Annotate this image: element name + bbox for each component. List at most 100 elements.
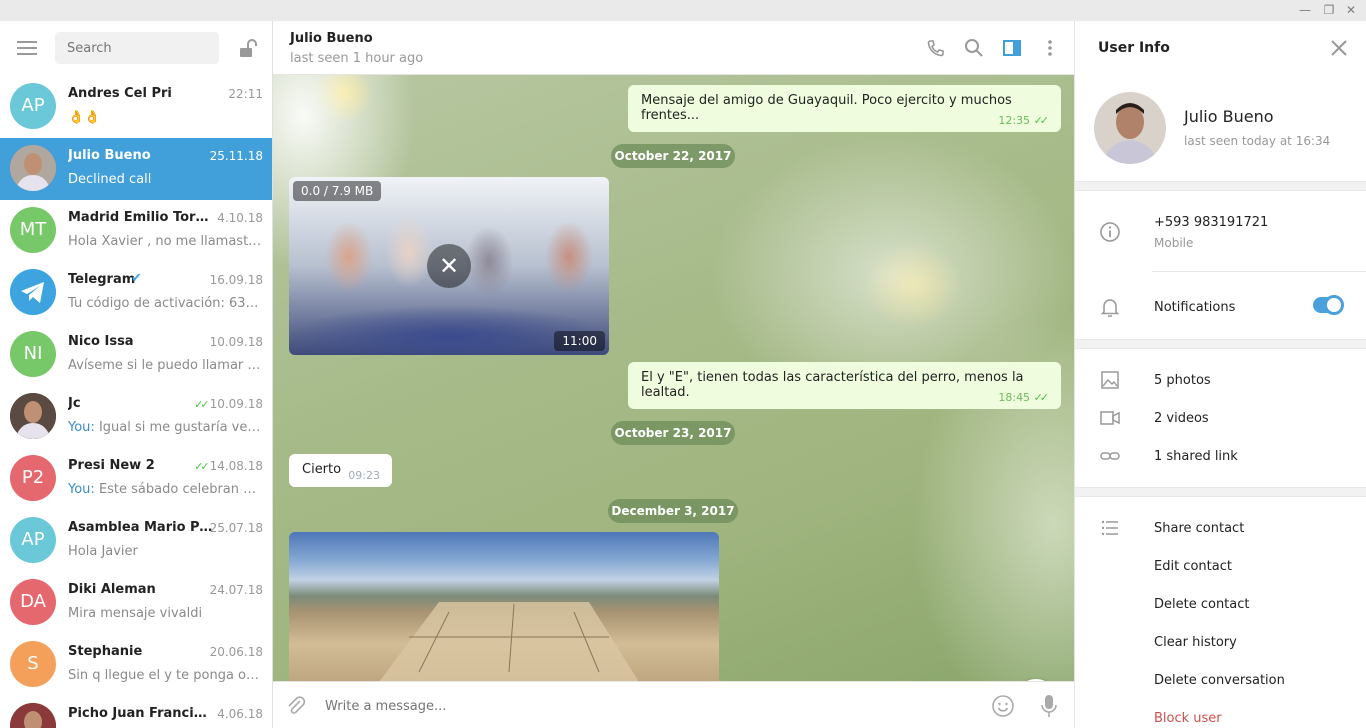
profile-photo xyxy=(10,393,56,439)
more-icon[interactable] xyxy=(1040,38,1060,58)
share-contact-action[interactable]: Share contact xyxy=(1154,521,1244,536)
unlock-icon[interactable] xyxy=(237,38,259,60)
chat-list-item[interactable]: Julio Bueno 25.11.18 Declined call xyxy=(0,138,272,200)
edit-contact-action[interactable]: Edit contact xyxy=(1154,559,1232,574)
chat-last-message-text: Hola Xavier , no me llamaste y ... xyxy=(68,234,264,249)
message-time: 18:45 ✓✓ xyxy=(998,391,1049,404)
chat-list-item[interactable]: Picho Juan Francisco 4.06.18 xyxy=(0,696,272,728)
chat-date: 16.09.18 xyxy=(210,273,263,287)
bell-icon xyxy=(1100,299,1120,317)
shared-photos[interactable]: 5 photos xyxy=(1154,373,1211,388)
message-text: Cierto xyxy=(302,462,342,477)
chat-name: Stephanie xyxy=(68,644,143,659)
chat-list-item[interactable]: S Stephanie 20.06.18 Sin q llegue el y te p… xyxy=(0,634,272,696)
telegram-logo-icon xyxy=(10,269,56,315)
chat-date-text: 4.10.18 xyxy=(217,211,263,225)
chat-last-message-text: Avíseme si le puedo llamar por ... xyxy=(68,358,264,373)
chat-date-text: 16.09.18 xyxy=(209,273,263,287)
chat-date-text: 25.11.18 xyxy=(209,149,263,163)
message-incoming[interactable]: Cierto 09:23 xyxy=(289,454,392,487)
link-icon xyxy=(1100,452,1120,460)
block-user-action[interactable]: Block user xyxy=(1154,711,1222,726)
shared-videos[interactable]: 2 videos xyxy=(1154,411,1209,426)
profile-photo xyxy=(10,703,56,728)
video-duration: 11:00 xyxy=(554,331,605,351)
clear-history-action[interactable]: Clear history xyxy=(1154,635,1237,650)
info-icon xyxy=(1100,222,1120,242)
chat-peer-status: last seen 1 hour ago xyxy=(290,51,424,66)
message-history[interactable]: Mensaje del amigo de Guayaquil. Poco eje… xyxy=(273,75,1074,681)
chat-list-item[interactable]: MT Madrid Emilio Torres 4.10.18 Hola Xavier… xyxy=(0,200,272,262)
chat-name: Andres Cel Pri xyxy=(68,86,172,101)
chat-last-message: Hola Javier xyxy=(68,544,264,559)
chat-peer-name[interactable]: Julio Bueno xyxy=(290,31,373,46)
microphone-icon[interactable] xyxy=(1037,693,1061,719)
chat-name: Presi New 2 xyxy=(68,458,155,473)
info-panel-toggle-icon[interactable] xyxy=(1002,38,1022,58)
chat-last-message: 👌👌 xyxy=(68,110,264,125)
message-outgoing[interactable]: El y "E", tienen todas las característic… xyxy=(628,362,1061,409)
list-icon xyxy=(1101,520,1118,536)
chat-date-text: 24.07.18 xyxy=(209,583,263,597)
attach-icon[interactable] xyxy=(285,695,307,717)
chat-list-item[interactable]: NI Nico Issa 10.09.18 Avíseme si le puedo l… xyxy=(0,324,272,386)
close-icon[interactable] xyxy=(1329,38,1349,58)
emoji-icon[interactable] xyxy=(991,694,1015,718)
chat-date: 24.07.18 xyxy=(210,583,263,597)
chat-date-text: 4.06.18 xyxy=(217,707,263,721)
chat-date: 20.06.18 xyxy=(210,645,263,659)
chat-name: Madrid Emilio Torres xyxy=(68,210,213,225)
chat-name: Asamblea Mario Paz... xyxy=(68,520,213,535)
section-divider xyxy=(1075,181,1366,191)
profile-photo xyxy=(10,145,56,191)
date-separator: December 3, 2017 xyxy=(608,499,738,523)
read-ticks-icon: ✓✓ xyxy=(194,460,210,473)
chat-list-item[interactable]: Jc ✓✓ 10.09.18 You: Igual si me gustaría ve… xyxy=(0,386,272,448)
chat-date-text: 10.09.18 xyxy=(209,335,263,349)
cancel-download-button[interactable]: ✕ xyxy=(427,244,471,288)
chat-last-message: Hola Xavier , no me llamaste y ... xyxy=(68,234,264,249)
phone-number[interactable]: +593 983191721 xyxy=(1154,215,1268,230)
delete-contact-action[interactable]: Delete contact xyxy=(1154,597,1250,612)
date-separator: October 22, 2017 xyxy=(611,144,735,168)
avatar: MT xyxy=(10,207,56,253)
video-message[interactable]: 0.0 / 7.9 MB ✕ 11:00 xyxy=(289,177,609,355)
phone-icon[interactable] xyxy=(926,38,946,58)
chat-list: AP Andres Cel Pri 22:11 👌👌 Julio Bueno 25.11.… xyxy=(0,76,272,728)
chat-last-message: Sin q llegue el y te ponga obstá... xyxy=(68,668,264,683)
avatar: S xyxy=(10,641,56,687)
chat-list-item[interactable]: DA Diki Aleman 24.07.18 Mira mensaje vivald… xyxy=(0,572,272,634)
chat-last-message-text: 👌👌 xyxy=(68,110,101,125)
delete-conversation-action[interactable]: Delete conversation xyxy=(1154,673,1285,688)
chat-list-item[interactable]: P2 Presi New 2 ✓✓ 14.08.18 You: Este sábado … xyxy=(0,448,272,510)
chat-last-message: You: Igual si me gustaría verlo s... xyxy=(68,420,264,435)
minimize-icon[interactable]: — xyxy=(1298,3,1312,17)
menu-icon[interactable] xyxy=(17,41,37,55)
chat-name: Julio Bueno xyxy=(68,148,151,163)
search-input[interactable] xyxy=(55,32,219,64)
notifications-label: Notifications xyxy=(1154,300,1236,315)
message-input[interactable] xyxy=(325,694,975,718)
message-outgoing[interactable]: Mensaje del amigo de Guayaquil. Poco eje… xyxy=(628,85,1061,132)
close-window-icon[interactable]: ✕ xyxy=(1344,3,1358,17)
chat-last-message: Mira mensaje vivaldi xyxy=(68,606,264,621)
chat-last-message: Declined call xyxy=(68,172,264,187)
read-ticks-icon: ✓✓ xyxy=(1033,114,1050,127)
you-prefix: You: xyxy=(68,420,95,435)
chat-area: Julio Bueno last seen 1 hour ago Mensaje… xyxy=(273,21,1074,728)
avatar xyxy=(10,145,56,191)
avatar: AP xyxy=(10,83,56,129)
avatar[interactable] xyxy=(1094,92,1166,164)
notifications-toggle[interactable] xyxy=(1313,295,1344,315)
photo-message[interactable] xyxy=(289,532,719,681)
restore-icon[interactable]: ❐ xyxy=(1322,3,1336,17)
chat-list-item[interactable]: AP Andres Cel Pri 22:11 👌👌 xyxy=(0,76,272,138)
video-download-progress: 0.0 / 7.9 MB xyxy=(293,181,382,201)
chat-list-item[interactable]: Telegram ✔ 16.09.18 Tu código de activación… xyxy=(0,262,272,324)
chat-date: 25.07.18 xyxy=(210,521,263,535)
chat-date: 22:11 xyxy=(228,87,263,101)
shared-links[interactable]: 1 shared link xyxy=(1154,449,1238,464)
search-icon[interactable] xyxy=(964,38,984,58)
chat-list-item[interactable]: AP Asamblea Mario Paz...25.07.18 Hola Javi… xyxy=(0,510,272,572)
message-text: Mensaje del amigo de Guayaquil. Poco eje… xyxy=(641,93,1012,123)
